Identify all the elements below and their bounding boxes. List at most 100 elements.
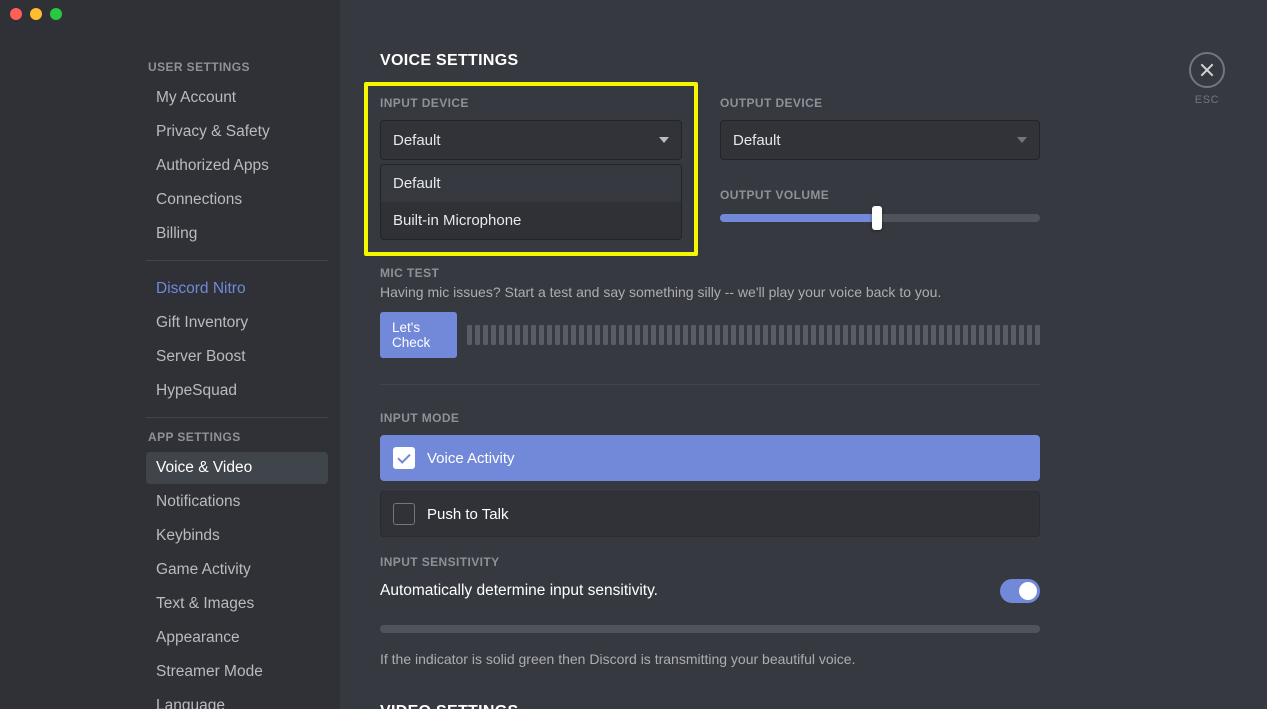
vu-bar [867,325,872,345]
vu-bar [1035,325,1040,345]
input-option-builtin-mic[interactable]: Built-in Microphone [381,202,681,239]
vu-bar [683,325,688,345]
vu-bar [803,325,808,345]
sidebar-item-appearance[interactable]: Appearance [146,622,328,654]
sidebar-item-server-boost[interactable]: Server Boost [146,341,328,373]
vu-bar [651,325,656,345]
vu-bar [827,325,832,345]
mode-label: Voice Activity [427,450,515,467]
sidebar-item-streamer-mode[interactable]: Streamer Mode [146,656,328,688]
close-label: ESC [1195,94,1219,106]
auto-sensitivity-title: Automatically determine input sensitivit… [380,582,658,600]
window-traffic-lights [10,8,62,20]
vu-bar [635,325,640,345]
settings-sidebar: USER SETTINGS My Account Privacy & Safet… [0,0,340,709]
vu-bar [619,325,624,345]
sidebar-item-my-account[interactable]: My Account [146,82,328,114]
vu-bar [923,325,928,345]
sidebar-item-nitro[interactable]: Discord Nitro [146,273,328,305]
sidebar-item-billing[interactable]: Billing [146,218,328,250]
sidebar-item-voice-video[interactable]: Voice & Video [146,452,328,484]
input-sensitivity-label: INPUT SENSITIVITY [380,555,1040,569]
vu-bar [731,325,736,345]
vu-bar [931,325,936,345]
vu-bar [667,325,672,345]
vu-bar [787,325,792,345]
lets-check-button[interactable]: Let's Check [380,312,457,358]
vu-bar [971,325,976,345]
vu-bar [987,325,992,345]
close-icon [1200,63,1214,77]
input-mode-push-to-talk[interactable]: Push to Talk [380,491,1040,537]
vu-bar [507,325,512,345]
vu-bar [579,325,584,345]
vu-bar [899,325,904,345]
sidebar-item-game-activity[interactable]: Game Activity [146,554,328,586]
vu-bar [595,325,600,345]
sensitivity-indicator [380,625,1040,633]
settings-content: ESC VOICE SETTINGS INPUT DEVICE Default … [340,0,1267,709]
sidebar-item-language[interactable]: Language [146,690,328,709]
sidebar-divider [146,417,328,418]
maximize-window-icon[interactable] [50,8,62,20]
vu-bar [739,325,744,345]
vu-bar [963,325,968,345]
sidebar-item-hypesquad[interactable]: HypeSquad [146,375,328,407]
output-device-selected: Default [733,132,781,149]
input-device-select[interactable]: Default [380,120,682,160]
vu-bar [611,325,616,345]
sidebar-item-text-images[interactable]: Text & Images [146,588,328,620]
minimize-window-icon[interactable] [30,8,42,20]
input-option-default[interactable]: Default [381,165,681,202]
sidebar-item-gift-inventory[interactable]: Gift Inventory [146,307,328,339]
auto-sensitivity-toggle[interactable] [1000,579,1040,603]
divider [380,384,1040,385]
vu-bar [1011,325,1016,345]
sidebar-item-authorized-apps[interactable]: Authorized Apps [146,150,328,182]
vu-bar [515,325,520,345]
vu-bar [475,325,480,345]
vu-bar [555,325,560,345]
vu-bar [995,325,1000,345]
chevron-down-icon [659,137,669,143]
chevron-down-icon [1017,137,1027,143]
vu-bar [715,325,720,345]
video-settings-title: VIDEO SETTINGS [380,703,1040,709]
vu-bar [835,325,840,345]
vu-bar [763,325,768,345]
vu-bar [939,325,944,345]
vu-bar [707,325,712,345]
vu-bar [659,325,664,345]
sidebar-item-connections[interactable]: Connections [146,184,328,216]
sidebar-item-privacy[interactable]: Privacy & Safety [146,116,328,148]
sidebar-item-notifications[interactable]: Notifications [146,486,328,518]
page-title: VOICE SETTINGS [380,52,1040,70]
check-icon [397,450,410,463]
vu-bar [603,325,608,345]
vu-bar [859,325,864,345]
vu-bar [523,325,528,345]
output-volume-fill [720,214,877,222]
vu-bar [539,325,544,345]
output-device-select[interactable]: Default [720,120,1040,160]
input-device-selected: Default [393,132,441,149]
vu-bar [843,325,848,345]
close-settings-button[interactable] [1189,52,1225,88]
vu-bar [915,325,920,345]
vu-bar [491,325,496,345]
sidebar-item-keybinds[interactable]: Keybinds [146,520,328,552]
input-device-highlight: INPUT DEVICE Default Default Built-in Mi… [364,82,698,256]
output-volume-slider[interactable] [720,214,1040,222]
vu-bar [571,325,576,345]
checkbox-icon [393,503,415,525]
vu-bar [771,325,776,345]
vu-bar [1027,325,1032,345]
vu-bar [947,325,952,345]
input-mode-voice-activity[interactable]: Voice Activity [380,435,1040,481]
output-volume-label: OUTPUT VOLUME [720,188,1040,202]
mic-test-description: Having mic issues? Start a test and say … [380,284,1040,300]
vu-bar [675,325,680,345]
output-volume-thumb[interactable] [872,206,882,230]
toggle-knob [1019,582,1037,600]
close-window-icon[interactable] [10,8,22,20]
